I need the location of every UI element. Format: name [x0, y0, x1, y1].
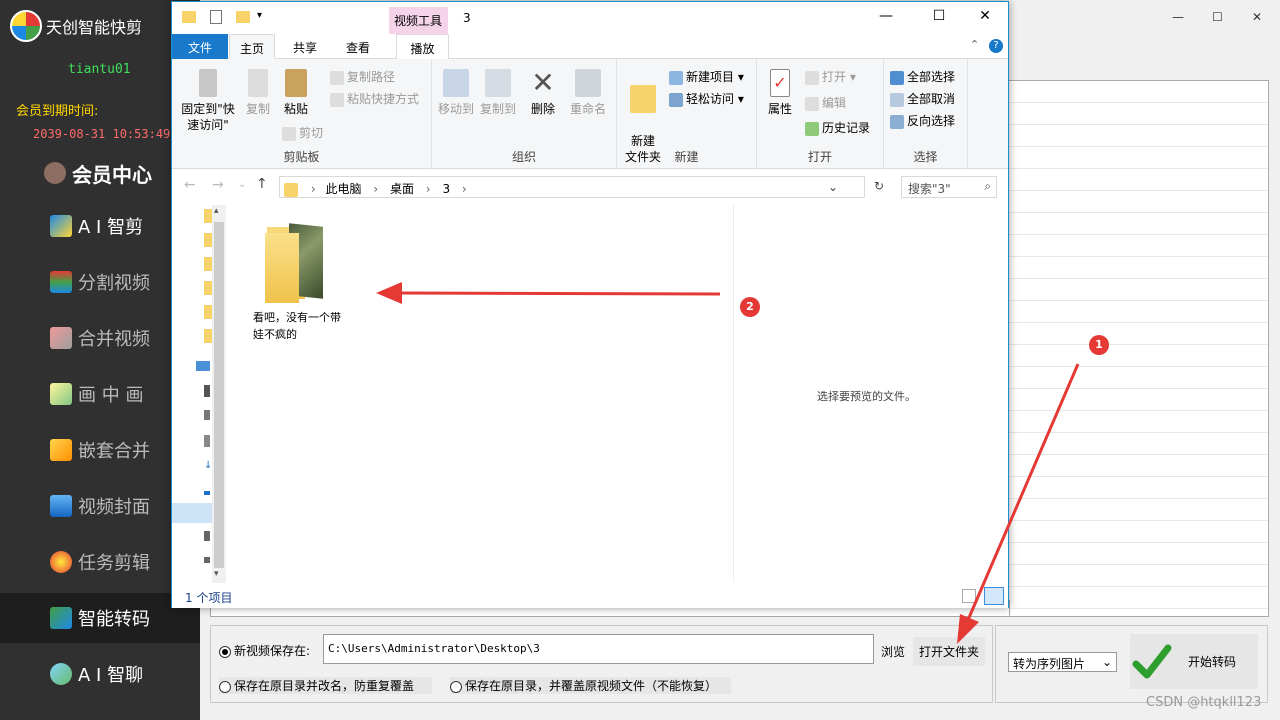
annotation-badge-2: 2 — [740, 297, 760, 317]
annotation-overlay — [376, 282, 1080, 644]
arrow-head-1 — [957, 614, 979, 644]
arrow-line-1 — [966, 363, 1080, 621]
arrow-head-2 — [376, 282, 402, 304]
annotation-badge-1: 1 — [1089, 335, 1109, 355]
arrow-line-2 — [399, 291, 721, 296]
